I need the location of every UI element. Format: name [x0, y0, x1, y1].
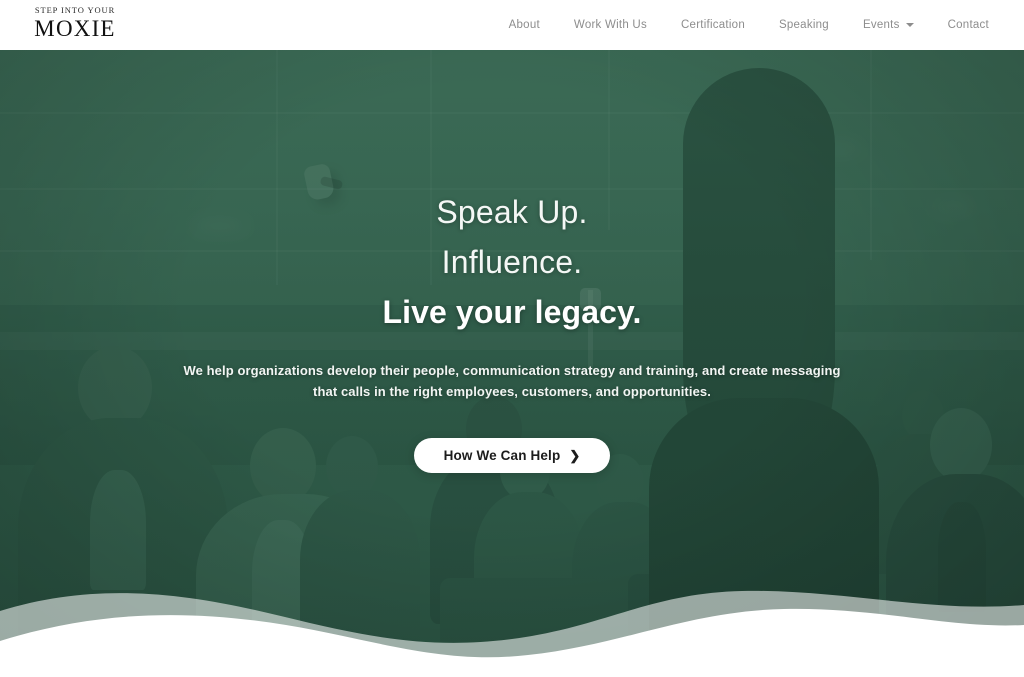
hero-headline-line-3: Live your legacy. — [382, 294, 642, 330]
nav-label: Events — [862, 19, 900, 31]
nav-label: Work With Us — [573, 19, 647, 31]
chevron-right-icon: ❯ — [569, 448, 581, 463]
nav-item-certification[interactable]: Certification — [664, 0, 762, 50]
logo-brand: MOXIE — [34, 16, 116, 41]
hero-section: Speak Up. Influence. Live your legacy. W… — [0, 50, 1024, 677]
how-we-can-help-button[interactable]: How We Can Help ❯ — [413, 438, 611, 473]
nav-label: Speaking — [778, 19, 829, 31]
nav-label: Certification — [681, 19, 745, 31]
nav-label: About — [508, 19, 540, 31]
hero-headline-line-2: Influence. — [441, 244, 583, 280]
nav-item-speaking[interactable]: Speaking — [762, 0, 846, 50]
moxie-logo[interactable]: STEP INTO YOUR MOXIE — [20, 5, 130, 42]
nav-label: Contact — [947, 19, 989, 31]
hero-subtext: We help organizations develop their peop… — [183, 363, 841, 399]
hero-cta-container: How We Can Help ❯ — [0, 438, 1024, 473]
nav-item-contact[interactable]: Contact — [931, 0, 1006, 50]
nav-item-work-with-us[interactable]: Work With Us — [557, 0, 664, 50]
nav-item-events[interactable]: Events — [846, 0, 931, 50]
logo-tagline: STEP INTO YOUR — [34, 5, 116, 15]
cta-label: How We Can Help — [443, 448, 561, 463]
hero-copy: Speak Up. Influence. Live your legacy. W… — [0, 50, 1024, 677]
chevron-down-icon — [905, 23, 914, 27]
nav-item-about[interactable]: About — [492, 0, 557, 50]
main-navigation: About Work With Us Certification Speakin… — [492, 0, 1006, 50]
landing-page: STEP INTO YOUR MOXIE About Work With Us … — [0, 0, 1024, 677]
site-header: STEP INTO YOUR MOXIE About Work With Us … — [0, 0, 1024, 50]
hero-headline-line-1: Speak Up. — [436, 194, 588, 230]
